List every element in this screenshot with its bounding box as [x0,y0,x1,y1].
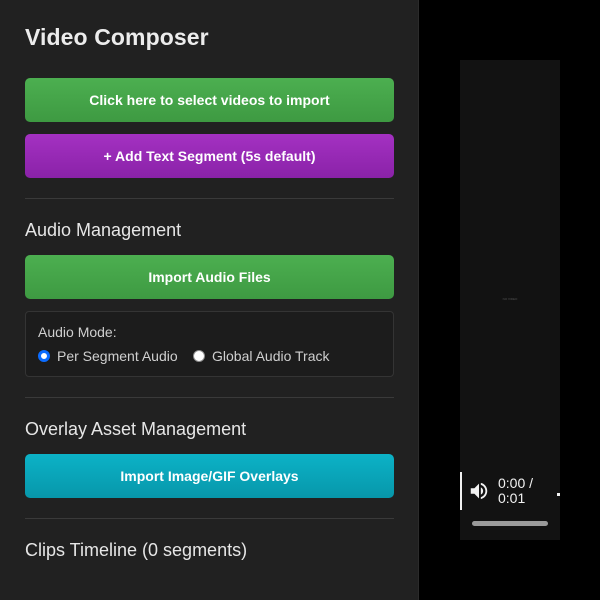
app-root: Video Composer Click here to select vide… [0,0,600,600]
app-title: Video Composer [25,24,209,50]
section-divider [25,397,394,398]
play-button-edge[interactable] [460,472,462,510]
radio-label: Global Audio Track [212,348,330,364]
overlay-management-title: Overlay Asset Management [25,419,247,439]
import-overlays-button[interactable]: Import Image/GIF Overlays [25,454,394,498]
section-divider [25,518,394,519]
volume-icon[interactable] [468,480,490,502]
audio-management-title: Audio Management [25,220,182,240]
audio-mode-label: Audio Mode: [38,324,117,340]
section-divider [25,198,394,199]
radio-button[interactable] [193,350,205,362]
more-options-icon[interactable] [557,493,560,496]
clips-timeline-title: Clips Timeline (0 segments) [25,540,248,560]
time-display: 0:00 / 0:01 [498,475,534,506]
radio-label: Per Segment Audio [57,348,178,364]
progress-scrub-bar[interactable] [472,521,548,526]
radio-per-segment-audio[interactable]: Per Segment Audio [38,348,178,364]
import-audio-button[interactable]: Import Audio Files [25,255,394,299]
video-preview[interactable]: NO VIDEO 0:00 / 0:01 [460,60,560,540]
audio-mode-group: Audio Mode: Per Segment Audio Global Aud… [25,311,394,377]
import-videos-button[interactable]: Click here to select videos to import [25,78,394,122]
video-player-controls: 0:00 / 0:01 [460,472,560,540]
radio-global-audio-track[interactable]: Global Audio Track [193,348,330,364]
sidebar-panel: Video Composer Click here to select vide… [0,0,419,600]
radio-button-selected[interactable] [38,350,50,362]
preview-placeholder-text: NO VIDEO [502,297,518,301]
add-text-segment-button[interactable]: + Add Text Segment (5s default) [25,134,394,178]
